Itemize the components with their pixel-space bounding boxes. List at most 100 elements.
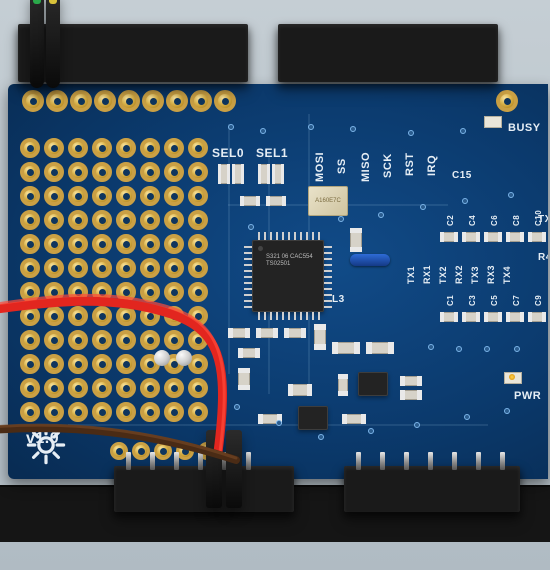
- smd: [238, 368, 250, 390]
- pcb-board: 0 SCL ARef 13 12 11 10 9 8 SEL0 SEL1 MOS…: [8, 84, 548, 479]
- proto-pad: [92, 186, 112, 206]
- proto-pad: [140, 138, 160, 158]
- proto-pad: [116, 282, 136, 302]
- proto-pad: [116, 354, 136, 374]
- qfp-lead: [288, 312, 290, 320]
- smd: [266, 196, 286, 206]
- qfp-lead: [264, 312, 266, 320]
- qfp-lead: [264, 232, 266, 240]
- qfp-lead: [306, 312, 308, 320]
- silk-cap: C6: [490, 215, 499, 226]
- via: [514, 346, 520, 352]
- qfp-lead: [294, 312, 296, 320]
- proto-pad: [188, 210, 208, 230]
- qfp-lead: [324, 276, 332, 278]
- proto-pad: [188, 258, 208, 278]
- proto-pad: [44, 402, 64, 422]
- smd: [332, 342, 360, 354]
- proto-pad: [188, 282, 208, 302]
- proto-pad: [164, 258, 184, 278]
- proto-pad: [68, 234, 88, 254]
- qfp-lead: [258, 312, 260, 320]
- proto-pad: [68, 402, 88, 422]
- pad-pin-0: [496, 90, 518, 112]
- cap: [506, 312, 524, 322]
- silk-tx2: TX2: [438, 266, 448, 284]
- silk-busy: BUSY: [508, 122, 541, 134]
- qfp-lead: [324, 282, 332, 284]
- top-pad: [214, 90, 236, 112]
- proto-pad: [68, 258, 88, 278]
- smd: [288, 384, 312, 396]
- silk-irq: IRQ: [426, 155, 438, 176]
- proto-pad: [188, 306, 208, 326]
- silk-cap: C4: [468, 215, 477, 226]
- proto-pad: [188, 330, 208, 350]
- via: [408, 130, 414, 136]
- cap: [528, 232, 546, 242]
- proto-pad: [140, 186, 160, 206]
- top-pad: [46, 90, 68, 112]
- silk-ss: SS: [336, 158, 348, 174]
- proto-pad: [44, 186, 64, 206]
- smd: [284, 328, 306, 338]
- proto-pad: [44, 378, 64, 398]
- qfp-lead: [324, 270, 332, 272]
- proto-pad: [44, 258, 64, 278]
- proto-pad: [20, 210, 40, 230]
- jumper-plug: [46, 0, 60, 88]
- silk-cap: C5: [490, 295, 499, 306]
- proto-pad: [188, 162, 208, 182]
- proto-pad: [20, 306, 40, 326]
- sot-ic: [358, 372, 388, 396]
- qfp-lead: [312, 312, 314, 320]
- proto-pad: [116, 378, 136, 398]
- qfp-lead: [324, 246, 332, 248]
- via: [508, 192, 514, 198]
- proto-pad: [164, 210, 184, 230]
- via: [308, 124, 314, 130]
- smd: [256, 328, 278, 338]
- proto-pad: [68, 354, 88, 374]
- header-pin: [356, 452, 361, 470]
- proto-pad: [68, 210, 88, 230]
- cap: [484, 312, 502, 322]
- qfp-lead: [244, 264, 252, 266]
- qfp-lead: [244, 288, 252, 290]
- bottom-pad: [154, 442, 172, 460]
- proto-pad: [164, 306, 184, 326]
- jumper-plug: [206, 430, 222, 508]
- wire-tip-yellow: [49, 0, 57, 4]
- open-hardware-logo-icon: [26, 425, 66, 465]
- smd: [238, 348, 260, 358]
- silk-cap: C8: [512, 215, 521, 226]
- header-pin: [476, 452, 481, 470]
- proto-pad: [116, 330, 136, 350]
- led-busy: [484, 116, 502, 128]
- header-pin: [380, 452, 385, 470]
- header-pin: [198, 452, 203, 470]
- proto-pad: [20, 402, 40, 422]
- top-pad: [190, 90, 212, 112]
- qfp-lead: [282, 232, 284, 240]
- via: [378, 212, 384, 218]
- qfp-lead: [244, 270, 252, 272]
- proto-pad: [92, 210, 112, 230]
- qfp-lead: [244, 282, 252, 284]
- proto-pad: [92, 234, 112, 254]
- proto-pad: [164, 402, 184, 422]
- via: [276, 420, 282, 426]
- proto-pad: [92, 282, 112, 302]
- proto-pad: [116, 234, 136, 254]
- silk-tx1: TX1: [406, 266, 416, 284]
- proto-pad: [20, 162, 40, 182]
- silk-cap: C1: [446, 295, 455, 306]
- chip-marking: S321 06 CAC554 TS02501: [266, 254, 324, 268]
- led-pwr: [504, 372, 522, 384]
- cap: [528, 312, 546, 322]
- proto-pad: [188, 234, 208, 254]
- proto-pad: [68, 138, 88, 158]
- cap: [462, 232, 480, 242]
- photo-stage: { "board": { "version_label": "v1.0", "t…: [0, 0, 550, 570]
- proto-pad: [116, 162, 136, 182]
